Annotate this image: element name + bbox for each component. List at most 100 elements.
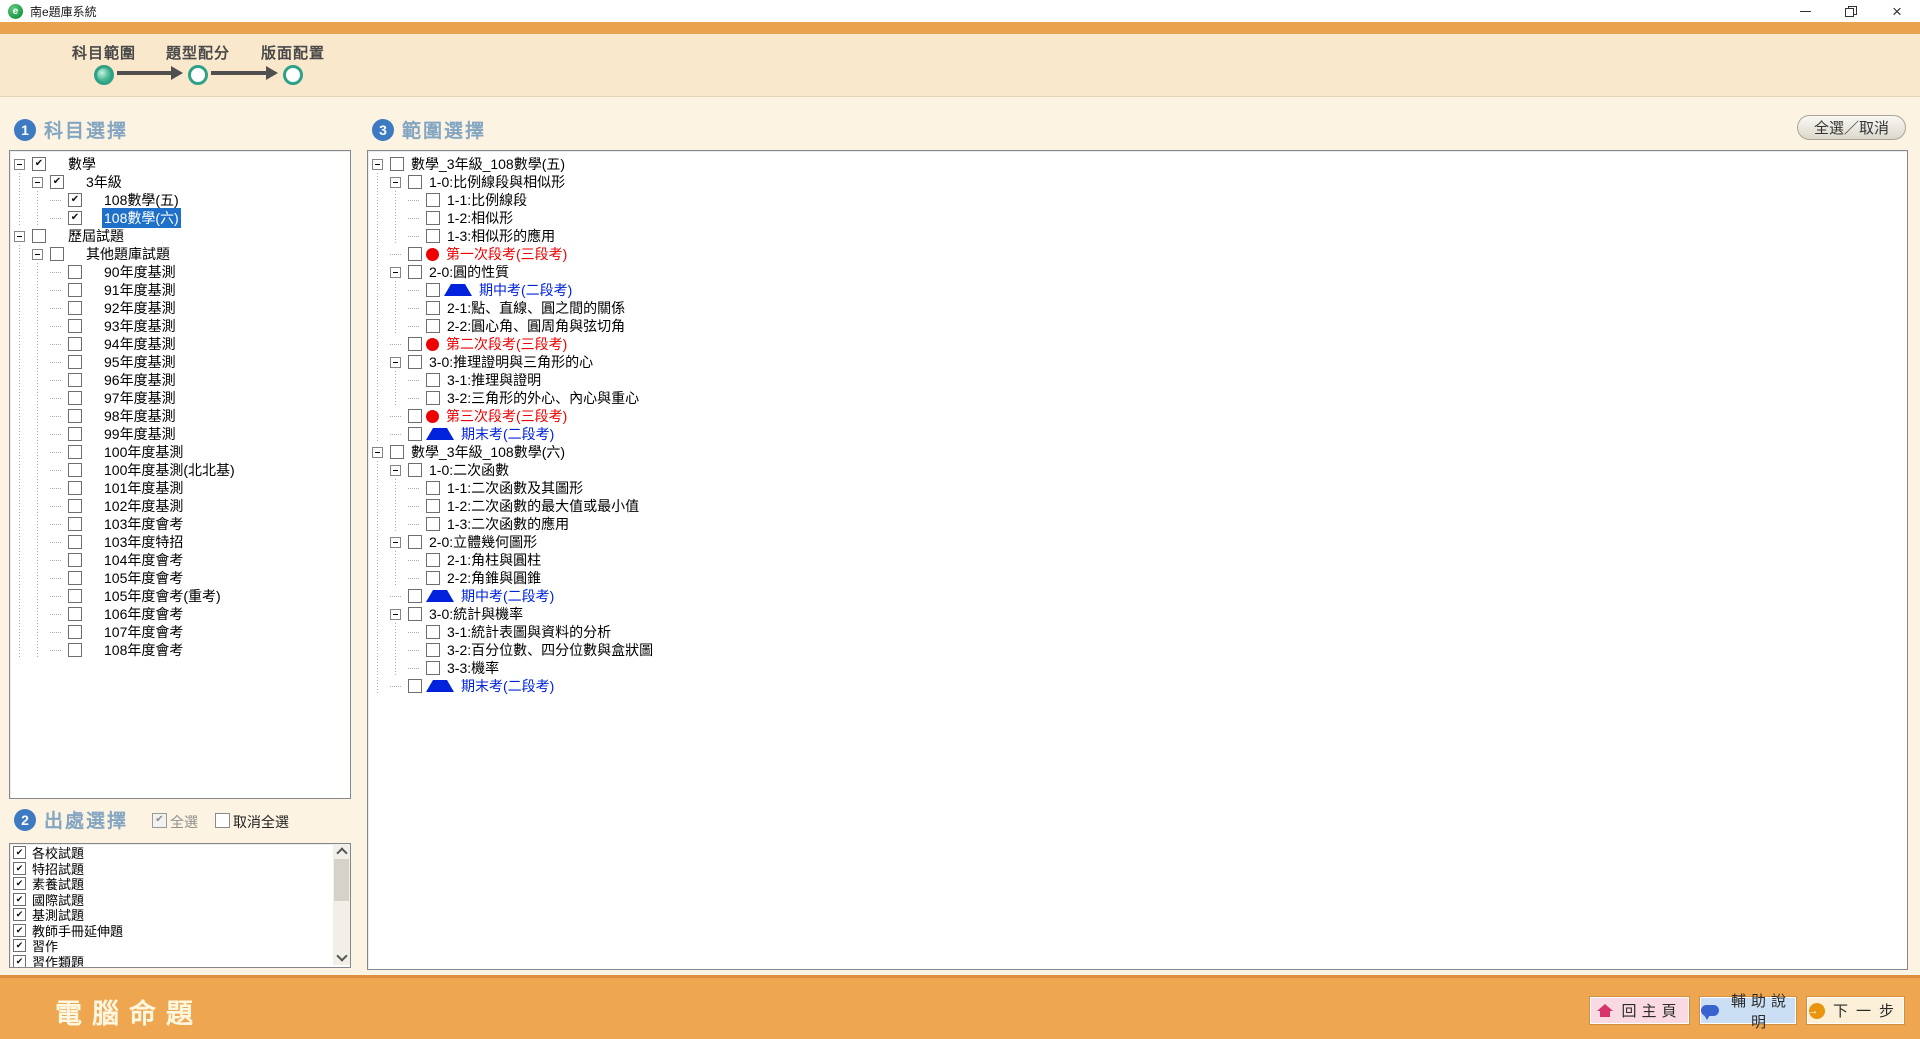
tree-item[interactable]: 歷屆試題 <box>10 227 350 245</box>
tree-item-label[interactable]: 92年度基測 <box>102 298 178 318</box>
source-item-checkbox[interactable]: ✔ <box>13 862 26 875</box>
minimize-icon[interactable] <box>1782 0 1828 22</box>
tree-item-label[interactable]: 99年度基測 <box>102 424 178 444</box>
tree-item-label[interactable]: 108數學(六) <box>102 208 181 228</box>
tree-item[interactable]: 100年度基測 <box>10 443 350 461</box>
tree-item-label[interactable]: 數學 <box>66 154 98 174</box>
tree-item-label[interactable]: 第三次段考(三段考) <box>444 406 569 426</box>
tree-item[interactable]: 103年度特招 <box>10 533 350 551</box>
tree-item[interactable]: 1-1:二次函數及其圖形 <box>368 479 1907 497</box>
tree-item-label[interactable]: 3-1:統計表圖與資料的分析 <box>445 622 613 642</box>
tree-item[interactable]: 102年度基測 <box>10 497 350 515</box>
source-item-checkbox[interactable]: ✔ <box>13 955 26 968</box>
tree-checkbox[interactable] <box>68 517 82 531</box>
tree-checkbox[interactable] <box>68 571 82 585</box>
tree-expander-icon[interactable] <box>390 357 401 368</box>
tree-item-label[interactable]: 期中考(二段考) <box>477 280 574 300</box>
tree-checkbox[interactable] <box>68 481 82 495</box>
tree-item[interactable]: 1-3:二次函數的應用 <box>368 515 1907 533</box>
tree-item[interactable]: 期中考(二段考) <box>368 281 1907 299</box>
source-item-checkbox[interactable]: ✔ <box>13 924 26 937</box>
tree-item[interactable]: 第三次段考(三段考) <box>368 407 1907 425</box>
tree-item-label[interactable]: 2-1:點、直線、圓之間的關係 <box>445 298 627 318</box>
tree-checkbox[interactable] <box>68 391 82 405</box>
tree-item[interactable]: 2-0:圓的性質 <box>368 263 1907 281</box>
scrollbar[interactable] <box>333 844 350 965</box>
tree-checkbox[interactable] <box>408 265 422 279</box>
tree-checkbox[interactable] <box>408 463 422 477</box>
deselect-all-checkbox[interactable] <box>215 813 230 828</box>
tree-checkbox[interactable] <box>426 391 440 405</box>
tree-item[interactable]: 數學_3年級_108數學(六) <box>368 443 1907 461</box>
tree-item[interactable]: 98年度基測 <box>10 407 350 425</box>
tree-item-label[interactable]: 97年度基測 <box>102 388 178 408</box>
tree-checkbox[interactable] <box>408 175 422 189</box>
tree-item[interactable]: 第二次段考(三段考) <box>368 335 1907 353</box>
tree-item[interactable]: 92年度基測 <box>10 299 350 317</box>
tree-item[interactable]: 3-3:機率 <box>368 659 1907 677</box>
tree-checkbox[interactable] <box>68 643 82 657</box>
tree-item[interactable]: 99年度基測 <box>10 425 350 443</box>
tree-checkbox[interactable] <box>68 355 82 369</box>
tree-expander-icon[interactable] <box>372 447 383 458</box>
tree-item-label[interactable]: 96年度基測 <box>102 370 178 390</box>
home-button[interactable]: 回主頁 <box>1590 997 1689 1024</box>
tree-item-label[interactable]: 數學_3年級_108數學(五) <box>409 154 567 174</box>
tree-checkbox[interactable] <box>68 625 82 639</box>
tree-item-label[interactable]: 100年度基測(北北基) <box>102 460 237 480</box>
tree-checkbox[interactable] <box>426 301 440 315</box>
tree-expander-icon[interactable] <box>372 159 383 170</box>
tree-expander-icon[interactable] <box>14 159 25 170</box>
tree-checkbox[interactable] <box>390 157 404 171</box>
scrollbar-up-icon[interactable] <box>333 844 350 859</box>
tree-item-label[interactable]: 1-3:二次函數的應用 <box>445 514 571 534</box>
tree-item[interactable]: 1-3:相似形的應用 <box>368 227 1907 245</box>
tree-checkbox[interactable] <box>68 337 82 351</box>
tree-checkbox[interactable] <box>426 517 440 531</box>
tree-checkbox[interactable] <box>408 535 422 549</box>
tree-item[interactable]: 3-1:推理與證明 <box>368 371 1907 389</box>
tree-item[interactable]: 95年度基測 <box>10 353 350 371</box>
tree-checkbox[interactable]: ✔ <box>68 211 82 225</box>
help-button[interactable]: 輔助說明 <box>1700 997 1796 1024</box>
tree-expander-icon[interactable] <box>390 177 401 188</box>
tree-checkbox[interactable] <box>68 607 82 621</box>
tree-checkbox[interactable]: ✔ <box>32 157 46 171</box>
tree-expander-icon[interactable] <box>32 249 43 260</box>
tree-item-label[interactable]: 100年度基測 <box>102 442 185 462</box>
tree-checkbox[interactable] <box>426 229 440 243</box>
source-item-checkbox[interactable]: ✔ <box>13 846 26 859</box>
tree-item[interactable]: 2-0:立體幾何圖形 <box>368 533 1907 551</box>
tree-item-label[interactable]: 3-3:機率 <box>445 658 501 678</box>
tree-item-label[interactable]: 103年度特招 <box>102 532 185 552</box>
tree-item[interactable]: 3-1:統計表圖與資料的分析 <box>368 623 1907 641</box>
tree-item-label[interactable]: 3-2:三角形的外心、內心與重心 <box>445 388 641 408</box>
tree-checkbox[interactable] <box>68 283 82 297</box>
tree-item-label[interactable]: 95年度基測 <box>102 352 178 372</box>
tree-item-label[interactable]: 第二次段考(三段考) <box>444 334 569 354</box>
tree-checkbox[interactable] <box>68 409 82 423</box>
tree-item[interactable]: ✔ 108數學(六) <box>10 209 350 227</box>
tree-checkbox[interactable] <box>426 373 440 387</box>
tree-item[interactable]: 1-1:比例線段 <box>368 191 1907 209</box>
tree-item[interactable]: 3-0:統計與機率 <box>368 605 1907 623</box>
tree-expander-icon[interactable] <box>390 465 401 476</box>
tree-checkbox[interactable] <box>408 355 422 369</box>
tree-checkbox[interactable] <box>32 229 46 243</box>
tree-checkbox[interactable]: ✔ <box>68 193 82 207</box>
tree-item-label[interactable]: 3年級 <box>84 172 124 192</box>
scrollbar-thumb[interactable] <box>334 859 349 901</box>
tree-checkbox[interactable] <box>426 211 440 225</box>
tree-item[interactable]: 100年度基測(北北基) <box>10 461 350 479</box>
tree-checkbox[interactable] <box>426 661 440 675</box>
tree-item[interactable]: 其他題庫試題 <box>10 245 350 263</box>
tree-item-label[interactable]: 第一次段考(三段考) <box>444 244 569 264</box>
tree-checkbox[interactable] <box>408 337 422 351</box>
close-icon[interactable]: × <box>1874 0 1920 22</box>
restore-icon[interactable] <box>1828 0 1874 22</box>
tree-checkbox[interactable] <box>408 427 422 441</box>
tree-item[interactable]: 1-2:相似形 <box>368 209 1907 227</box>
tree-checkbox[interactable] <box>68 319 82 333</box>
tree-item-label[interactable]: 91年度基測 <box>102 280 178 300</box>
tree-expander-icon[interactable] <box>14 231 25 242</box>
